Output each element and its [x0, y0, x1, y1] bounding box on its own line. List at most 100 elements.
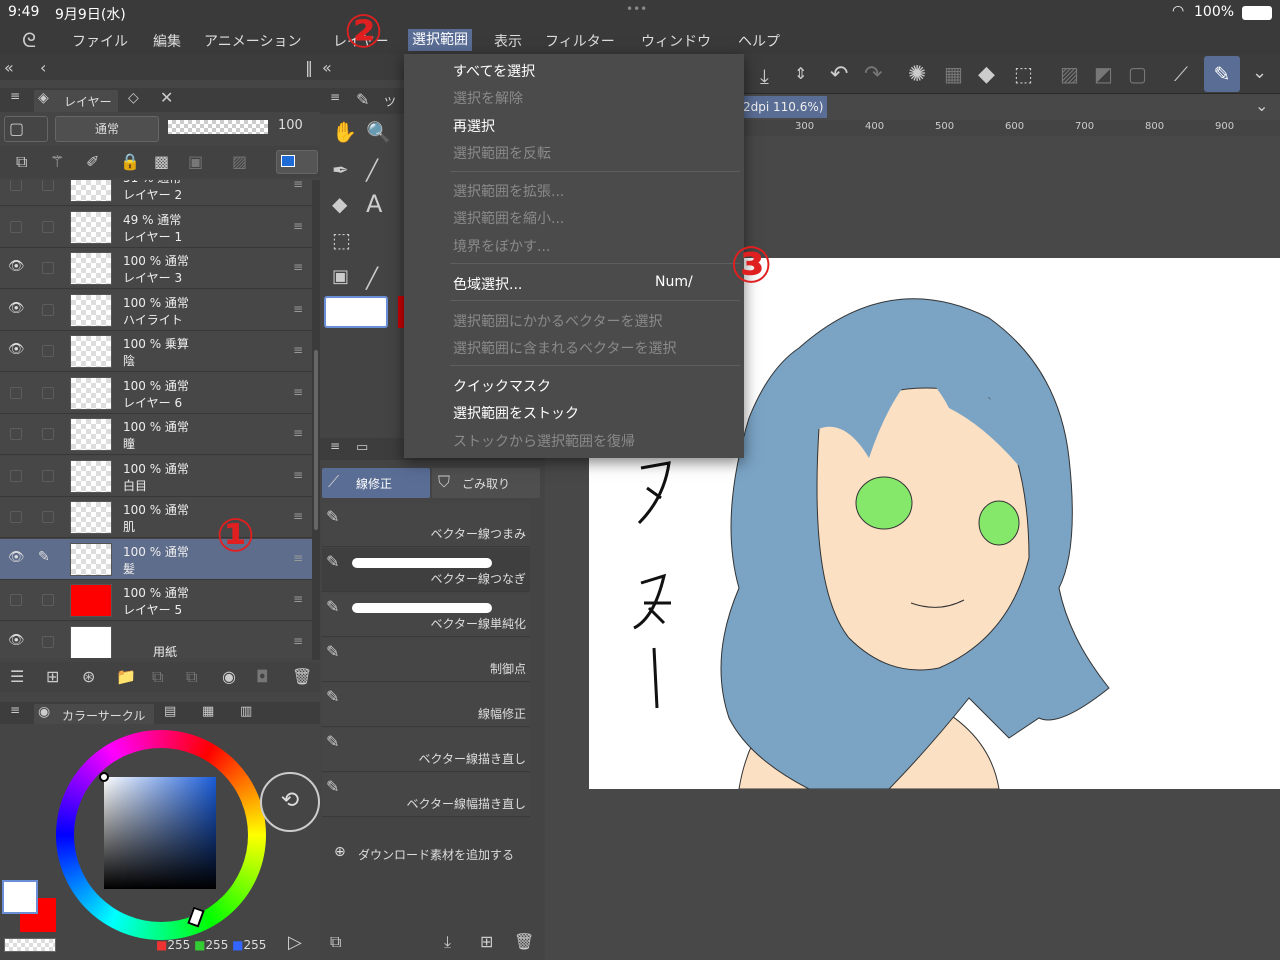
transform-icon[interactable]: ⬚: [1014, 62, 1033, 86]
color-slider-tab-icon[interactable]: ▤: [164, 704, 176, 719]
drag-handle-icon[interactable]: ≡: [293, 260, 303, 274]
menu-item-select-vectors-inside[interactable]: 選択範囲に含まれるベクターを選択: [453, 338, 676, 358]
lock-toggle[interactable]: [42, 469, 54, 482]
chevron-down-icon[interactable]: ⌄: [1252, 62, 1267, 83]
mask-range-icon[interactable]: ▨: [232, 152, 247, 171]
eye-icon[interactable]: 👁: [8, 259, 25, 274]
lock-toggle[interactable]: [42, 262, 54, 274]
tab-color-circle[interactable]: ◉ カラーサークル: [34, 704, 154, 724]
menu-file[interactable]: ファイル: [72, 31, 128, 51]
menu-item-quick-mask[interactable]: クイックマスク: [453, 376, 551, 396]
visibility-toggle[interactable]: [10, 594, 22, 606]
lock-transparent-icon[interactable]: ▩: [154, 152, 169, 171]
lock-toggle[interactable]: [42, 594, 54, 606]
lock-toggle[interactable]: [42, 303, 54, 316]
clear-outside-icon[interactable]: ◩: [1094, 62, 1113, 86]
drag-handle-icon[interactable]: ≡: [293, 385, 303, 399]
subtool-tab-icon[interactable]: ▭: [356, 440, 368, 455]
menu-item-expand-selection[interactable]: 選択範囲を拡張...: [453, 181, 564, 201]
menu-edit[interactable]: 編集: [153, 31, 181, 51]
lock-toggle[interactable]: [42, 428, 54, 440]
draft-icon[interactable]: ✐: [86, 152, 99, 171]
panel-menu-icon[interactable]: ≡: [330, 439, 340, 453]
layer-scrollbar[interactable]: [312, 180, 320, 660]
merge-icon[interactable]: ⧉: [186, 667, 197, 687]
main-color-chip[interactable]: [324, 296, 388, 328]
drag-handle-icon[interactable]: ≡: [293, 509, 303, 523]
apply-mask-icon[interactable]: ◘: [256, 667, 269, 686]
drag-handle-icon[interactable]: ≡: [293, 426, 303, 440]
mask-enable-icon[interactable]: ▣: [188, 152, 203, 171]
loading-icon[interactable]: ✺: [908, 62, 926, 87]
layer-row[interactable]: 👁 ✎ 100 % 通常髪 ≡: [0, 538, 312, 580]
subtool-item[interactable]: ✎ ベクター線つまみ: [322, 503, 530, 547]
undo-icon[interactable]: ↶: [830, 62, 848, 87]
zoom-icon[interactable]: 🔍: [366, 120, 391, 144]
canvas-tab[interactable]: 2dpi 110.6%): [735, 96, 827, 118]
close-icon[interactable]: ✕: [160, 88, 173, 107]
menu-filter[interactable]: フィルター: [545, 31, 615, 51]
ruler-snap-icon[interactable]: ⟋: [1174, 62, 1188, 86]
trash-icon[interactable]: 🗑: [292, 667, 312, 686]
visibility-toggle[interactable]: [10, 428, 22, 440]
menu-item-invert-selection[interactable]: 選択範囲を反転: [453, 143, 551, 163]
subtool-item[interactable]: ✎ ベクター線描き直し: [322, 728, 530, 772]
saturation-handle[interactable]: [99, 772, 109, 782]
subtool-item[interactable]: ✎ ベクター線つなぎ: [322, 548, 530, 592]
menu-item-shrink-selection[interactable]: 選択範囲を縮小...: [453, 208, 564, 228]
menu-view[interactable]: 表示: [494, 31, 522, 51]
collapse-mid-icon[interactable]: «: [322, 58, 332, 77]
layer-row[interactable]: 100 % 通常肌 ≡: [0, 497, 312, 538]
copy-subtool-icon[interactable]: ⊞: [480, 932, 493, 951]
layer-color-icon[interactable]: [276, 150, 318, 174]
drag-handle-icon[interactable]: ≡: [293, 551, 303, 565]
panel-menu-icon[interactable]: ≡: [10, 89, 20, 103]
hand-icon[interactable]: ✋: [332, 120, 357, 144]
lock-toggle[interactable]: [42, 345, 54, 357]
menu-help[interactable]: ヘルプ: [738, 31, 780, 51]
tool-pen-tab-icon[interactable]: ✎: [356, 90, 369, 109]
new-vector-layer-icon[interactable]: ⊛: [82, 667, 95, 686]
line-tool-icon[interactable]: ╱: [366, 158, 378, 182]
menu-item-deselect[interactable]: 選択を解除: [453, 88, 523, 108]
canvas-tabs-chevron-icon[interactable]: ⌄: [1255, 96, 1268, 115]
swap-color-icon[interactable]: ⟲: [260, 772, 320, 832]
reference-icon[interactable]: ⚚: [50, 152, 64, 171]
eye-icon[interactable]: 👁: [8, 301, 25, 316]
mask-icon[interactable]: ◉: [222, 667, 236, 686]
scroll-thumb[interactable]: [314, 350, 318, 530]
lock-toggle[interactable]: [42, 386, 54, 399]
subtool-item[interactable]: ✎ ベクター線幅描き直し: [322, 773, 530, 817]
text-tool-icon[interactable]: A: [366, 190, 382, 218]
clear-icon[interactable]: ▨: [1060, 62, 1079, 86]
new-raster-layer-icon[interactable]: ⊞: [46, 667, 59, 686]
eye-icon[interactable]: 👁: [8, 550, 25, 565]
visibility-toggle[interactable]: [10, 220, 22, 233]
subtool-group-dust[interactable]: ⛉ ごみ取り: [432, 468, 540, 498]
layer-row[interactable]: 100 % 通常 レイヤー 5 ≡: [0, 580, 312, 621]
multitask-dots-icon[interactable]: •••: [626, 2, 647, 16]
layer-row[interactable]: 100 % 通常 白目 ≡: [0, 455, 312, 497]
updown-icon[interactable]: ⇕: [794, 64, 807, 83]
lock-icon[interactable]: 🔒: [120, 152, 140, 171]
drag-handle-icon[interactable]: ≡: [293, 468, 303, 482]
drag-handle-icon[interactable]: ≡: [293, 180, 303, 191]
ruler-tool-icon[interactable]: ╱: [366, 266, 378, 290]
brush-icon[interactable]: ✎: [1204, 56, 1240, 92]
drag-handle-icon[interactable]: ≡: [293, 219, 303, 233]
subtool-item[interactable]: ✎ ベクター線単純化: [322, 593, 530, 637]
menu-item-stock-selection[interactable]: 選択範囲をストック: [453, 403, 579, 423]
transparent-color-swatch[interactable]: [4, 938, 56, 952]
tool-tab-label[interactable]: ツ: [384, 93, 396, 110]
play-icon[interactable]: ▷: [288, 932, 302, 953]
transfer-down-icon[interactable]: ⧉: [152, 667, 163, 687]
drag-handle-icon[interactable]: ≡: [293, 302, 303, 316]
menu-item-select-vectors-touching[interactable]: 選択範囲にかかるベクターを選択: [453, 311, 662, 331]
blend-mode-select[interactable]: 通常: [55, 116, 159, 142]
layer-row[interactable]: 👁 用紙 ≡: [0, 621, 312, 658]
drag-handle-icon[interactable]: ≡: [293, 634, 303, 648]
download-material[interactable]: ⊕ ダウンロード素材を追加する: [320, 824, 545, 864]
lock-toggle[interactable]: [42, 220, 54, 233]
delete-subtool-icon[interactable]: 🗑: [514, 932, 534, 951]
fill-icon[interactable]: ◆: [978, 62, 995, 87]
